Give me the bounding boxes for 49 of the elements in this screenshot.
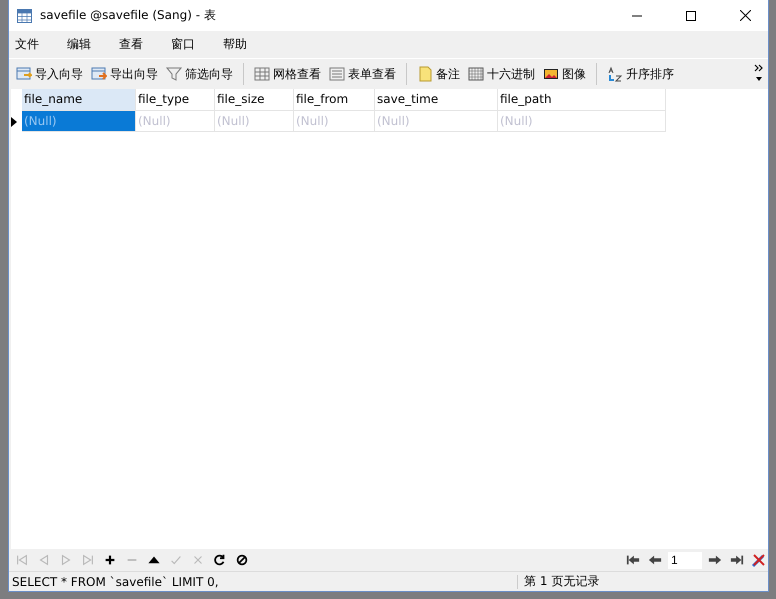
menu-item[interactable]: 窗口 bbox=[171, 36, 205, 53]
left-arrow-icon bbox=[648, 553, 662, 567]
chevron-icon bbox=[754, 63, 764, 83]
form-icon bbox=[329, 66, 345, 82]
first-page-icon bbox=[626, 553, 640, 567]
table-export-icon bbox=[91, 66, 107, 82]
toolbar-button[interactable]: 升序排序 bbox=[604, 62, 677, 86]
toolbar-button[interactable]: 备注 bbox=[414, 62, 463, 86]
status-query: SELECT * FROM `savefile` LIMIT 0, bbox=[9, 574, 518, 588]
next-icon bbox=[59, 553, 73, 567]
previous-icon bbox=[37, 553, 51, 567]
column-header[interactable]: file_size bbox=[215, 89, 294, 111]
column-header[interactable]: file_path bbox=[498, 89, 666, 111]
tools-icon bbox=[751, 552, 767, 568]
menu-item[interactable]: 查看 bbox=[119, 36, 153, 53]
toolbar-button[interactable]: 图像 bbox=[540, 62, 589, 86]
table-icon bbox=[17, 8, 32, 22]
toolbar-button[interactable]: 导出向导 bbox=[88, 62, 161, 86]
grid-icon bbox=[254, 66, 270, 82]
sort-icon bbox=[607, 66, 623, 82]
first-icon bbox=[15, 553, 29, 567]
table-import-icon bbox=[16, 66, 32, 82]
column-header[interactable]: save_time bbox=[375, 89, 498, 111]
toolbar-button[interactable]: 导入向导 bbox=[13, 62, 86, 86]
stop-icon bbox=[235, 553, 249, 567]
page-number-field[interactable]: 1 bbox=[668, 552, 702, 568]
note-icon bbox=[417, 66, 433, 82]
maximize-icon bbox=[686, 10, 696, 20]
menu-item[interactable]: 帮助 bbox=[223, 36, 257, 53]
column-header[interactable]: file_from bbox=[294, 89, 375, 111]
right-arrow-icon bbox=[708, 553, 722, 567]
filter-icon bbox=[166, 66, 182, 82]
column-header[interactable]: file_type bbox=[136, 89, 215, 111]
status-page-info: 第 1 页无记录 bbox=[523, 573, 600, 590]
image-icon bbox=[543, 66, 559, 82]
menu-item[interactable]: 编辑 bbox=[67, 36, 101, 53]
refresh-icon bbox=[213, 553, 227, 567]
toolbar-button[interactable]: 十六进制 bbox=[465, 62, 538, 86]
toolbar-button[interactable]: 网格查看 bbox=[251, 62, 324, 86]
menu-item[interactable]: 文件 bbox=[15, 36, 49, 53]
last-icon bbox=[81, 553, 95, 567]
column-header[interactable]: file_name bbox=[22, 89, 136, 111]
close-icon bbox=[740, 10, 750, 21]
hex-grid-icon bbox=[468, 66, 484, 82]
last-page-icon bbox=[730, 553, 744, 567]
toolbar-button[interactable]: 筛选向导 bbox=[163, 62, 236, 86]
toolbar-button[interactable]: 表单查看 bbox=[326, 62, 399, 86]
plus-icon bbox=[103, 553, 117, 567]
window-title: savefile @savefile (Sang) - 表 bbox=[40, 7, 217, 24]
